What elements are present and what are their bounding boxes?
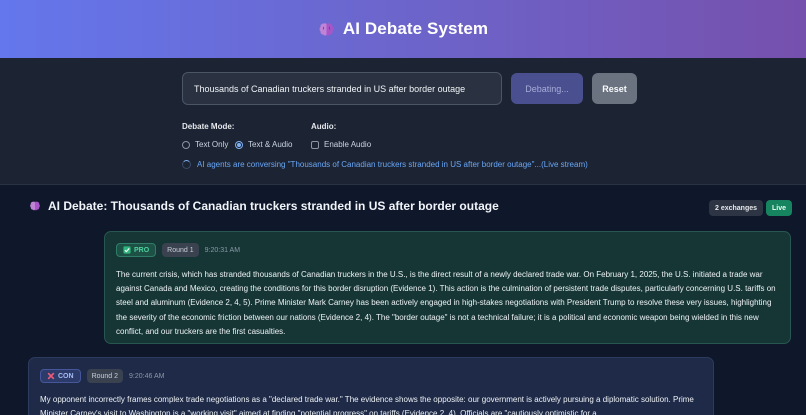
brain-icon [319, 22, 334, 36]
mode-text-only-radio[interactable] [182, 140, 190, 149]
pro-badge: PRO [116, 243, 157, 257]
con-badge: CON [40, 369, 81, 383]
debate-message-pro: PRO Round 1 9:20:31 AM The current crisi… [104, 231, 791, 344]
message-text: My opponent incorrectly frames complex t… [40, 395, 694, 415]
live-badge: Live [766, 200, 793, 216]
round-badge: Round 2 [86, 369, 124, 383]
brain-icon [30, 201, 40, 211]
app-header: AI Debate System [0, 0, 806, 58]
message-meta: PRO Round 1 9:20:31 AM [116, 243, 779, 257]
enable-audio-checkbox[interactable] [311, 140, 319, 149]
loading-spinner-icon [182, 160, 191, 169]
mode-text-audio-option[interactable]: Text & Audio [235, 140, 292, 149]
mode-text-audio-label: Text & Audio [248, 140, 293, 149]
header-inner: AI Debate System [318, 19, 488, 39]
enable-audio-option[interactable]: Enable Audio [311, 140, 371, 149]
reset-button[interactable]: Reset [592, 73, 637, 104]
message-timestamp: 9:20:46 AM [129, 372, 165, 380]
check-icon [123, 246, 131, 254]
mode-text-only-label: Text Only [195, 140, 229, 149]
topic-input[interactable] [182, 72, 502, 105]
mode-text-only-option[interactable]: Text Only [182, 140, 228, 149]
status-line: AI agents are conversing "Thousands of C… [182, 160, 588, 169]
debate-button[interactable]: Debating... [511, 73, 583, 104]
controls-panel: Debating... Reset Debate Mode: Text Only… [0, 58, 806, 185]
debate-message-con: CON Round 2 9:20:46 AM My opponent incor… [28, 357, 714, 415]
audio-label: Audio: [311, 122, 337, 131]
status-text: AI agents are conversing "Thousands of C… [197, 160, 588, 169]
debate-title: AI Debate: Thousands of Canadian trucker… [48, 199, 499, 213]
message-text: The current crisis, which has stranded t… [116, 270, 776, 336]
pro-badge-label: PRO [134, 246, 150, 254]
debate-header: AI Debate: Thousands of Canadian trucker… [29, 199, 499, 213]
app-title: AI Debate System [342, 19, 489, 38]
con-badge-label: CON [58, 372, 74, 380]
message-timestamp: 9:20:31 AM [204, 246, 241, 254]
debate-mode-label: Debate Mode: [182, 122, 235, 131]
exchanges-badge: 2 exchanges [709, 200, 764, 216]
message-meta: CON Round 2 9:20:46 AM [40, 369, 702, 383]
round-badge: Round 1 [162, 243, 199, 257]
enable-audio-label: Enable Audio [324, 140, 372, 149]
mode-text-audio-radio[interactable] [235, 140, 243, 149]
x-mark-icon [47, 372, 55, 380]
